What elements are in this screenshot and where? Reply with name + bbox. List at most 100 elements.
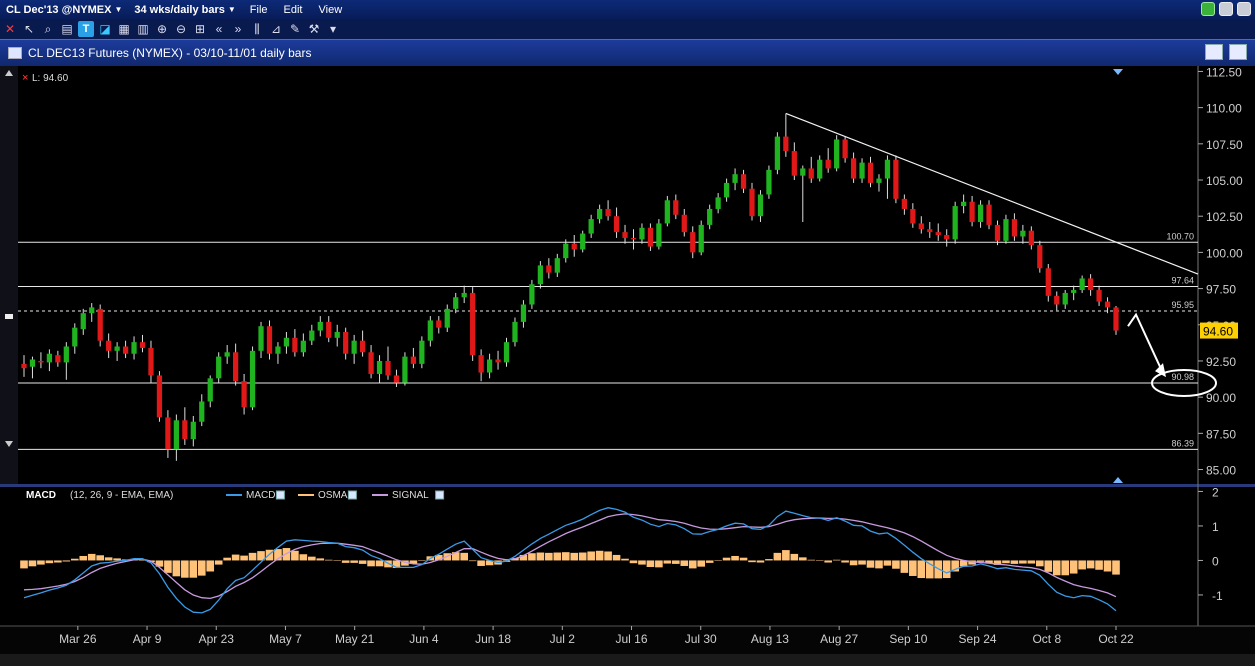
link-color-button[interactable] [1201, 2, 1215, 16]
candle-body [131, 342, 137, 354]
macd-params: (12, 26, 9 - EMA, EMA) [70, 490, 173, 501]
osma-bar [468, 560, 477, 562]
osma-bar [291, 550, 299, 561]
ruler-icon[interactable]: ⊿ [268, 21, 284, 37]
candle-body [613, 216, 620, 233]
osma-bar [714, 560, 722, 561]
candle-body [867, 162, 874, 183]
candle-body [173, 420, 179, 450]
symbol-selector[interactable]: CL Dec'13 @NYMEX ▼ [0, 0, 128, 19]
price-tick-label: 90.00 [1206, 391, 1236, 405]
osma-bar [815, 560, 824, 561]
drawing-tool-icon[interactable]: ◪ [97, 21, 113, 37]
candle-body [182, 420, 188, 440]
period-selector[interactable]: 34 wks/daily bars ▼ [128, 0, 241, 19]
chart-canvas[interactable]: 112.50 110.00 107.50 105.00 102.50 100.00 97.5… [0, 66, 1255, 666]
osma-bar [1112, 560, 1120, 575]
candle-body [842, 139, 848, 159]
candle-body [961, 201, 967, 207]
candle-body [453, 297, 459, 309]
fit-icon[interactable]: ⊞ [192, 21, 208, 37]
print-icon[interactable]: ▤ [59, 21, 75, 37]
candle-body [690, 232, 696, 253]
candle-body [470, 292, 476, 356]
candle-body [326, 321, 332, 338]
osma-bar [1044, 560, 1053, 572]
candle-body [571, 243, 577, 250]
osma-bar [782, 550, 790, 561]
osma-bar [1078, 560, 1086, 570]
candle-body [850, 158, 857, 179]
grid-icon[interactable]: ▦ [116, 21, 132, 37]
candle-body [38, 360, 44, 363]
osma-bar [1095, 560, 1103, 570]
candle-body [393, 375, 400, 383]
osma-bar [197, 560, 206, 576]
candle-body [520, 304, 527, 322]
restore-button[interactable] [1205, 44, 1223, 60]
osma-bar [672, 560, 680, 564]
chart-type-icon[interactable]: ▥ [135, 21, 151, 37]
candle-body [749, 188, 755, 217]
candle-body [410, 356, 417, 364]
maximize-button[interactable] [1237, 2, 1251, 16]
candle-body [258, 326, 264, 351]
candle-body [757, 194, 764, 217]
osma-bar [646, 560, 655, 568]
legend-checkbox [435, 490, 445, 500]
candle-body [148, 347, 154, 376]
candle-body [436, 320, 442, 328]
magnifier-icon[interactable]: ⌕ [40, 21, 56, 37]
date-tick-label: Jun 4 [409, 632, 439, 646]
cursor-icon[interactable]: ↖ [21, 21, 37, 37]
candle-body [368, 352, 374, 374]
menu-view[interactable]: View [311, 0, 351, 19]
candle-body [825, 159, 831, 169]
candle-body [1062, 292, 1068, 305]
osma-bar [113, 558, 121, 561]
osma-bar [765, 559, 773, 561]
bar-style-icon[interactable]: ⫼ [249, 21, 265, 37]
overview-strip [0, 654, 1255, 666]
osma-bar [70, 558, 79, 561]
menu-edit[interactable]: Edit [276, 0, 311, 19]
chevron-down-icon[interactable]: ▾ [325, 21, 341, 37]
zoom-in-icon[interactable]: ⊕ [154, 21, 170, 37]
close-button[interactable] [1229, 44, 1247, 60]
date-tick-label: Aug 27 [820, 632, 858, 646]
candle-body [639, 227, 645, 240]
wrench-icon[interactable]: ⚒ [306, 21, 322, 37]
text-tool-icon[interactable]: T [78, 21, 94, 37]
price-tick-label: 102.50 [1206, 210, 1243, 224]
minimize-button[interactable] [1219, 2, 1233, 16]
scroll-right-icon[interactable]: » [230, 21, 246, 37]
crosshair-icon[interactable]: ✕ [2, 21, 18, 37]
osma-bar [1036, 560, 1044, 567]
candle-body [791, 151, 797, 176]
date-tick-label: Jun 18 [475, 632, 511, 646]
candle-body [114, 346, 120, 351]
candle-body [233, 352, 239, 382]
osma-bar [883, 560, 892, 566]
osma-bar [477, 560, 485, 566]
current-price-label: 94.60 [1203, 325, 1233, 339]
osma-bar [1010, 560, 1019, 564]
candle-body [910, 208, 916, 224]
osma-bar [1027, 560, 1036, 564]
chart-header: CL DEC13 Futures (NYMEX) - 03/10-11/01 d… [0, 39, 1255, 66]
candle-body [580, 233, 586, 250]
menu-file[interactable]: File [242, 0, 276, 19]
candle-body [901, 198, 907, 209]
candle-body [977, 204, 984, 222]
macd-tick-label: 2 [1212, 485, 1219, 499]
candle-body [529, 284, 535, 305]
date-tick-label: Oct 8 [1032, 632, 1061, 646]
settings-icon[interactable]: ✎ [287, 21, 303, 37]
price-tick-label: 92.50 [1206, 355, 1236, 369]
date-tick-label: Oct 22 [1098, 632, 1134, 646]
candle-body [385, 360, 391, 376]
candle-body [766, 169, 772, 195]
osma-bar [79, 555, 88, 561]
scroll-left-icon[interactable]: « [211, 21, 227, 37]
zoom-out-icon[interactable]: ⊖ [173, 21, 189, 37]
